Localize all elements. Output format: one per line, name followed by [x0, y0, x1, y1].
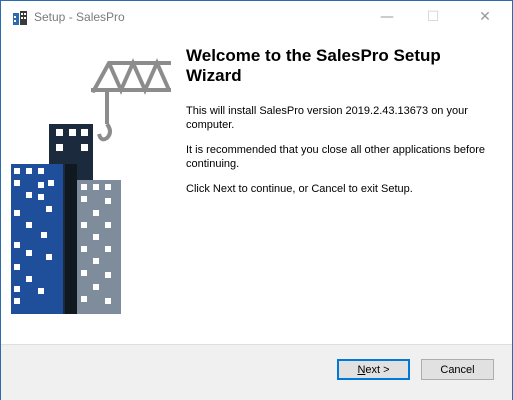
cancel-button-label: Cancel: [440, 363, 475, 376]
next-button-mnemonic: N: [357, 363, 366, 376]
title-bar: Setup - SalesPro — ☐ ✕: [1, 1, 512, 32]
building-crane-illustration: [11, 58, 171, 314]
next-button[interactable]: Next >: [337, 359, 410, 380]
close-apps-text: It is recommended that you close all oth…: [186, 144, 485, 170]
continue-instructions-text: Click Next to continue, or Cancel to exi…: [186, 183, 413, 195]
setup-app-icon: [13, 11, 27, 25]
next-button-label: ext >: [365, 363, 390, 376]
install-info-text: This will install SalesPro version 2019.…: [186, 105, 468, 131]
cancel-button[interactable]: Cancel: [421, 359, 494, 380]
close-button[interactable]: ✕: [462, 1, 508, 32]
minimize-icon: —: [380, 8, 394, 25]
close-icon: ✕: [479, 8, 491, 25]
minimize-button[interactable]: —: [364, 1, 410, 32]
welcome-heading: Welcome to the SalesPro Setup Wizard: [186, 46, 441, 85]
maximize-icon: ☐: [426, 8, 440, 25]
crane-icon: [91, 58, 171, 142]
maximize-button[interactable]: ☐: [410, 1, 456, 32]
setup-window: Setup - SalesPro — ☐ ✕ Welcome to the Sa…: [0, 0, 513, 400]
window-title: Setup - SalesPro: [34, 10, 125, 24]
